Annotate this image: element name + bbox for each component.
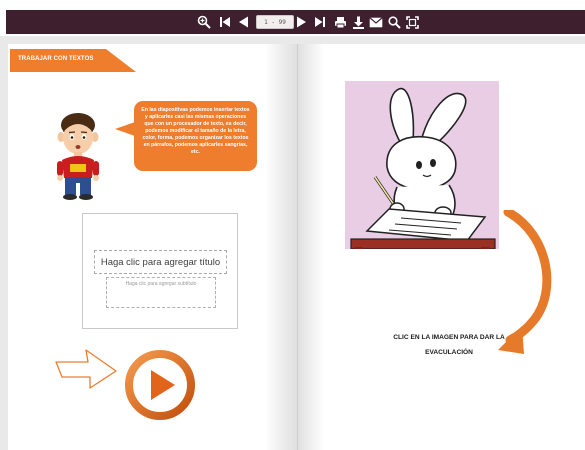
evaluation-caption-line-2: EVACULACIÓN bbox=[425, 349, 473, 356]
avatar-character bbox=[52, 112, 104, 202]
right-page-shadow bbox=[298, 44, 324, 450]
first-page-icon[interactable] bbox=[217, 13, 233, 31]
previous-page-icon[interactable] bbox=[235, 13, 251, 31]
speech-bubble: En las diapositivas podemos insertar tex… bbox=[134, 101, 257, 171]
right-page[interactable]: CLIC EN LA IMAGEN PARA DAR LA EVACULACIÓ… bbox=[298, 44, 585, 450]
zoom-in-icon[interactable] bbox=[196, 13, 212, 31]
slide-subtitle-text: Haga clic para agregar subtítulo bbox=[125, 281, 197, 287]
speech-bubble-tail bbox=[115, 122, 135, 136]
slide-thumbnail: Haga clic para agregar título Haga clic … bbox=[82, 213, 238, 329]
fullscreen-icon[interactable] bbox=[404, 13, 420, 31]
slide-title-text: Haga clic para agregar título bbox=[100, 256, 221, 268]
search-icon[interactable] bbox=[386, 13, 402, 31]
right-arrow-outline-icon bbox=[54, 346, 120, 390]
print-icon[interactable] bbox=[332, 13, 348, 31]
slide-subtitle-placeholder: Haga clic para agregar subtítulo bbox=[106, 277, 216, 308]
email-icon[interactable] bbox=[368, 13, 384, 31]
left-page[interactable]: TRABAJAR CON TEXTOS En las diapositivas … bbox=[8, 44, 298, 450]
toolbar-bar: 1 - 99 bbox=[6, 10, 585, 34]
next-page-icon[interactable] bbox=[294, 13, 310, 31]
play-button[interactable] bbox=[124, 349, 196, 421]
page-number-field[interactable]: 1 - 99 bbox=[256, 15, 294, 29]
left-page-shadow bbox=[264, 44, 298, 450]
last-page-icon[interactable] bbox=[312, 13, 328, 31]
slide-title-placeholder: Haga clic para agregar título bbox=[94, 250, 227, 274]
viewer-toolbar: 1 - 99 bbox=[0, 0, 585, 36]
evaluation-caption-line-1: CLIC EN LA IMAGEN PARA DAR LA bbox=[393, 334, 505, 341]
section-tab: TRABAJAR CON TEXTOS bbox=[10, 49, 136, 72]
evaluation-caption[interactable]: CLIC EN LA IMAGEN PARA DAR LA EVACULACIÓ… bbox=[363, 330, 535, 360]
download-icon[interactable] bbox=[350, 13, 366, 31]
speech-bubble-text: En las diapositivas podemos insertar tex… bbox=[141, 107, 250, 155]
section-tab-label: TRABAJAR CON TEXTOS bbox=[18, 56, 94, 62]
evaluation-image-link[interactable] bbox=[345, 81, 499, 249]
